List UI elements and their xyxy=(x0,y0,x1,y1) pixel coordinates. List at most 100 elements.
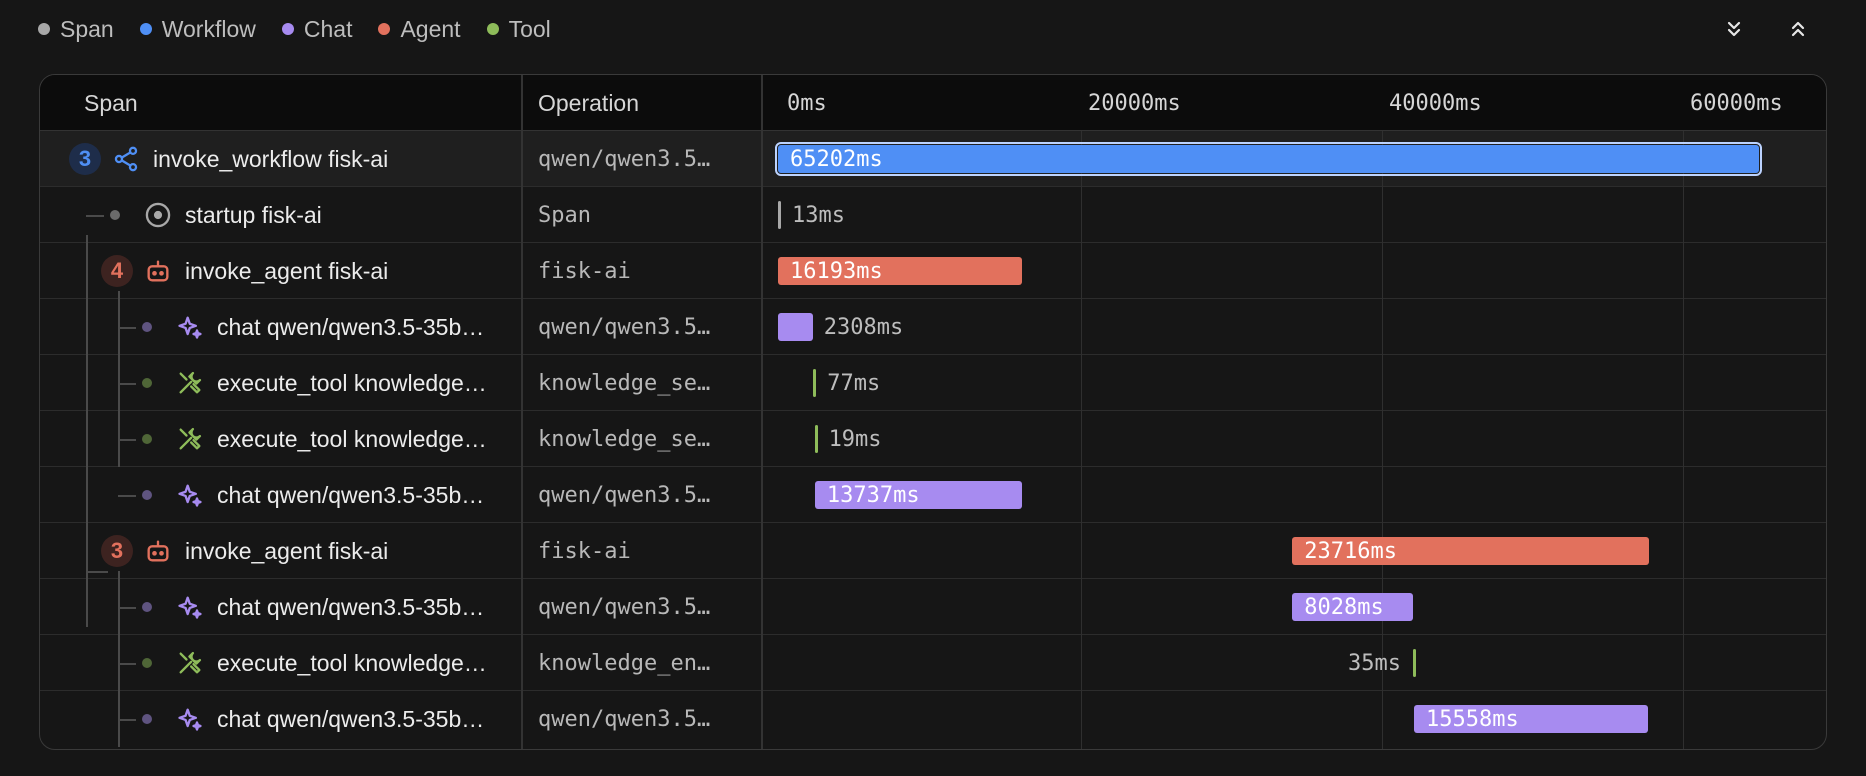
legend-label: Chat xyxy=(303,15,353,42)
timeline-tick: 0ms xyxy=(787,90,827,116)
timeline-tick: 60000ms xyxy=(1690,90,1783,116)
span-operation: qwen/qwen3.5… xyxy=(538,146,711,172)
collapse-all-button[interactable] xyxy=(1778,12,1818,46)
span-name[interactable]: invoke_agent fisk-ai xyxy=(185,243,515,299)
tree-line xyxy=(86,215,104,217)
span-operation: qwen/qwen3.5… xyxy=(538,594,711,620)
legend-label: Span xyxy=(60,15,114,42)
column-divider[interactable] xyxy=(761,75,763,749)
column-divider[interactable] xyxy=(521,75,523,749)
chevrons-down-icon xyxy=(1727,21,1741,37)
tree-node-dot xyxy=(142,602,152,612)
legend-dot xyxy=(486,23,499,35)
duration-label: 19ms xyxy=(828,426,882,452)
span-bar[interactable] xyxy=(814,425,818,453)
legend-dot xyxy=(281,23,294,35)
tree-line xyxy=(118,719,136,721)
tools-icon xyxy=(176,649,204,677)
legend-dot xyxy=(378,23,391,35)
span-name[interactable]: execute_tool knowledge… xyxy=(217,411,515,467)
tree-line xyxy=(118,571,120,747)
span-name[interactable]: invoke_workflow fisk-ai xyxy=(153,131,513,187)
duration-label: 23716ms xyxy=(1304,538,1397,564)
chevrons-up-icon xyxy=(1791,21,1805,37)
span-bar[interactable] xyxy=(774,142,1763,176)
span-name[interactable]: execute_tool knowledge… xyxy=(217,355,515,411)
tools-icon xyxy=(176,369,204,397)
child-count-badge[interactable]: 3 xyxy=(69,143,101,175)
legend-item-agent: Agent xyxy=(378,15,461,43)
span-bar[interactable] xyxy=(1413,649,1417,677)
tree-line xyxy=(118,291,120,467)
tree-line xyxy=(86,571,108,573)
tree-node-dot xyxy=(142,658,152,668)
duration-label: 16193ms xyxy=(790,258,883,284)
span-name[interactable]: startup fisk-ai xyxy=(185,187,515,243)
sparkles-icon xyxy=(176,593,204,621)
span-name[interactable]: invoke_agent fisk-ai xyxy=(185,523,515,579)
child-count-badge[interactable]: 4 xyxy=(101,255,133,287)
tree-node-dot xyxy=(142,434,152,444)
span-operation: fisk-ai xyxy=(538,538,631,564)
tree-line xyxy=(118,663,136,665)
grid-line xyxy=(1683,131,1684,749)
tree-node-dot xyxy=(110,210,120,220)
tools-icon xyxy=(176,425,204,453)
span-operation: knowledge_se… xyxy=(538,426,711,452)
sparkles-icon xyxy=(176,481,204,509)
header-span: Span xyxy=(84,89,138,116)
duration-label: 13ms xyxy=(792,202,845,228)
tree-node-dot xyxy=(142,490,152,500)
timeline-tick: 40000ms xyxy=(1389,90,1482,116)
span-operation: qwen/qwen3.5… xyxy=(538,314,711,340)
legend-label: Tool xyxy=(508,15,551,42)
legend-dot xyxy=(38,23,50,35)
table-header: Span Operation 0ms 20000ms 40000ms 60000… xyxy=(40,75,1826,131)
tree-line xyxy=(86,235,88,627)
span-bar[interactable] xyxy=(778,313,813,341)
duration-label: 77ms xyxy=(827,370,881,396)
legend-item-span: Span xyxy=(38,16,114,43)
legend-item-workflow: Workflow xyxy=(139,15,256,43)
tree-line xyxy=(118,495,136,497)
duration-label: 8028ms xyxy=(1304,594,1384,620)
legend-dot xyxy=(139,23,152,35)
span-operation: qwen/qwen3.5… xyxy=(538,482,711,508)
span-operation: knowledge_se… xyxy=(538,370,711,396)
robot-icon xyxy=(144,537,172,565)
span-name[interactable]: chat qwen/qwen3.5-35b… xyxy=(217,579,515,635)
duration-label: 35ms xyxy=(1348,650,1402,676)
span-name[interactable]: chat qwen/qwen3.5-35b… xyxy=(217,691,515,747)
tree-line xyxy=(118,607,136,609)
expand-all-button[interactable] xyxy=(1714,12,1754,46)
span-operation: knowledge_en… xyxy=(538,650,711,676)
sparkles-icon xyxy=(176,705,204,733)
header-operation: Operation xyxy=(538,89,640,116)
duration-label: 65202ms xyxy=(790,146,883,172)
span-bar[interactable] xyxy=(778,201,781,229)
grid-line xyxy=(1081,131,1082,749)
legend-label: Workflow xyxy=(161,15,256,42)
tree-line xyxy=(118,439,136,441)
span-name[interactable]: chat qwen/qwen3.5-35b… xyxy=(217,299,515,355)
tree-line xyxy=(118,327,136,329)
legend-label: Agent xyxy=(400,15,461,42)
span-operation: fisk-ai xyxy=(538,258,631,284)
legend-item-tool: Tool xyxy=(486,15,551,43)
timeline-tick: 20000ms xyxy=(1088,90,1181,116)
sparkles-icon xyxy=(176,313,204,341)
span-name[interactable]: execute_tool knowledge… xyxy=(217,635,515,691)
span-operation: qwen/qwen3.5… xyxy=(538,706,711,732)
duration-label: 2308ms xyxy=(823,314,904,340)
duration-label: 13737ms xyxy=(826,482,920,508)
target-circle-icon xyxy=(144,201,172,229)
span-name[interactable]: chat qwen/qwen3.5-35b… xyxy=(217,467,515,523)
span-bar[interactable] xyxy=(813,369,817,397)
duration-label: 15558ms xyxy=(1426,706,1519,732)
tree-node-dot xyxy=(142,322,152,332)
span-operation: Span xyxy=(538,202,591,228)
tree-node-dot xyxy=(142,714,152,724)
child-count-badge[interactable]: 3 xyxy=(101,535,133,567)
legend: Span Workflow Chat Agent Tool xyxy=(38,12,551,46)
tree-line xyxy=(118,383,136,385)
